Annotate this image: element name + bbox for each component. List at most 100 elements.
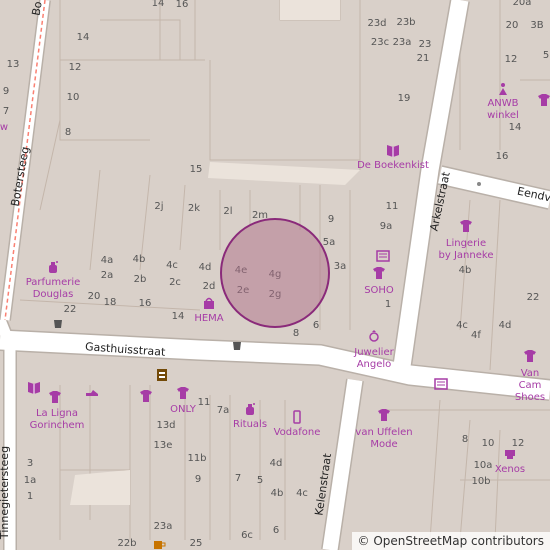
- house-number: 23c: [370, 37, 390, 48]
- poi-text: van Uffelen Mode: [355, 427, 413, 450]
- poi-label-w-edge: w: [0, 122, 8, 134]
- tshirt-icon[interactable]: [176, 386, 190, 400]
- poi-label-lingerie[interactable]: Lingerie by Janneke: [439, 238, 494, 262]
- house-number: 2m: [251, 210, 269, 221]
- house-number: 2k: [187, 203, 201, 214]
- house-number: 4b: [270, 488, 284, 499]
- house-number: 23b: [396, 17, 416, 28]
- poi-label-hema[interactable]: HEMA: [194, 313, 223, 325]
- house-number: 23a: [153, 521, 173, 532]
- poi-label-only[interactable]: ONLY: [170, 404, 196, 416]
- poi-label-laligna[interactable]: La Ligna Gorinchem: [30, 408, 85, 432]
- house-number: 4d: [269, 458, 283, 469]
- poi-text: Vodafone: [273, 427, 321, 438]
- house-number: 20: [87, 291, 101, 302]
- house-number: 20a: [512, 0, 532, 8]
- house-number: 14: [171, 311, 185, 322]
- shoe-icon[interactable]: [85, 385, 99, 399]
- house-number: 12: [68, 62, 82, 73]
- poi-text: ONLY: [170, 404, 196, 415]
- poi-label-parfumerie[interactable]: Parfumerie Douglas: [26, 277, 81, 301]
- house-number: 9: [194, 474, 202, 485]
- bag-icon[interactable]: [202, 296, 216, 310]
- house-number: 8: [292, 328, 300, 339]
- poi-text: Rituals: [232, 419, 268, 430]
- waste-basket-icon: [233, 342, 241, 350]
- poi-label-vancam[interactable]: Van Cam Shoes: [515, 368, 545, 404]
- tshirt-icon[interactable]: [372, 266, 386, 280]
- anwb-icon[interactable]: [496, 82, 510, 96]
- house-number: 19: [397, 93, 411, 104]
- house-number: 4b: [458, 265, 472, 276]
- poi-text: Lingerie by Janneke: [438, 238, 494, 261]
- house-number: 22: [526, 292, 540, 303]
- tshirt-icon[interactable]: [48, 390, 62, 404]
- cafe-icon[interactable]: [152, 538, 166, 550]
- house-number: 7a: [216, 405, 230, 416]
- house-number: 9a: [379, 221, 393, 232]
- book-icon[interactable]: [386, 143, 400, 157]
- poi-label-vodafone[interactable]: Vodafone: [274, 427, 321, 439]
- house-number: 11: [197, 397, 211, 408]
- poi-label-xenos[interactable]: Xenos: [495, 464, 525, 476]
- house-number: 13e: [153, 440, 173, 451]
- house-number: 1a: [23, 475, 37, 486]
- tshirt-icon[interactable]: [377, 408, 391, 422]
- house-number: 22b: [117, 538, 137, 549]
- poi-label-rituals[interactable]: Rituals: [233, 419, 267, 431]
- newspaper-icon[interactable]: [434, 377, 448, 391]
- perfume-icon[interactable]: [46, 260, 60, 274]
- tshirt-icon[interactable]: [537, 93, 550, 107]
- house-number: 4d: [498, 320, 512, 331]
- house-number: 6c: [241, 530, 253, 541]
- bollard-dot: [477, 182, 481, 186]
- house-number: 2l: [223, 206, 233, 217]
- lighthouse-icon[interactable]: [155, 368, 169, 382]
- house-number: 7: [234, 473, 242, 484]
- attribution[interactable]: © OpenStreetMap contributors: [351, 532, 550, 550]
- poi-text: Xenos: [494, 464, 526, 475]
- toilet-icon[interactable]: [503, 447, 517, 461]
- house-number: 6: [312, 320, 320, 331]
- house-number: 20: [505, 20, 519, 31]
- perfume-icon[interactable]: [243, 402, 257, 416]
- house-number: 2g: [268, 289, 282, 300]
- house-number: 9: [2, 86, 10, 97]
- poi-text: Van Cam Shoes: [514, 368, 546, 403]
- house-number: 2d: [202, 281, 216, 292]
- ring-icon[interactable]: [367, 329, 381, 343]
- attribution-text: © OpenStreetMap contributors: [357, 534, 544, 548]
- house-number: 4g: [268, 269, 282, 280]
- house-number: 8: [461, 434, 469, 445]
- house-number: 23: [418, 39, 432, 50]
- house-number: 4c: [456, 320, 468, 331]
- house-number: 3B: [530, 20, 544, 31]
- phone-icon[interactable]: [290, 410, 304, 424]
- house-number: 22: [63, 304, 77, 315]
- house-number: 13d: [156, 420, 176, 431]
- tshirt-icon[interactable]: [523, 349, 537, 363]
- house-number: 16: [138, 298, 152, 309]
- house-number: 10b: [471, 476, 491, 487]
- poi-text: w: [0, 122, 9, 133]
- house-number: 3a: [333, 261, 347, 272]
- house-number: 7: [2, 106, 10, 117]
- house-number: 9: [327, 214, 335, 225]
- house-number: 25: [189, 538, 203, 549]
- newspaper-icon[interactable]: [376, 249, 390, 263]
- poi-label-soho[interactable]: SOHO: [364, 285, 394, 297]
- tshirt-icon[interactable]: [139, 389, 153, 403]
- poi-label-vanuffelen[interactable]: van Uffelen Mode: [355, 427, 412, 451]
- house-number: 8: [64, 127, 72, 138]
- book-icon[interactable]: [27, 380, 41, 394]
- tshirt-icon[interactable]: [459, 219, 473, 233]
- house-number: 6: [272, 525, 280, 536]
- house-number: 16: [495, 151, 509, 162]
- map-canvas[interactable]: Botersteeg Bo Arkelstraat Eendv Gasthuis…: [0, 0, 550, 550]
- poi-label-boekenkist[interactable]: De Boekenkist: [357, 160, 429, 172]
- house-number: 16: [175, 0, 189, 10]
- house-number: 11b: [187, 453, 207, 464]
- poi-label-anwb[interactable]: ANWB winkel: [487, 98, 519, 122]
- house-number: 15: [189, 164, 203, 175]
- poi-label-juwelier[interactable]: Juwelier Angelo: [354, 347, 393, 371]
